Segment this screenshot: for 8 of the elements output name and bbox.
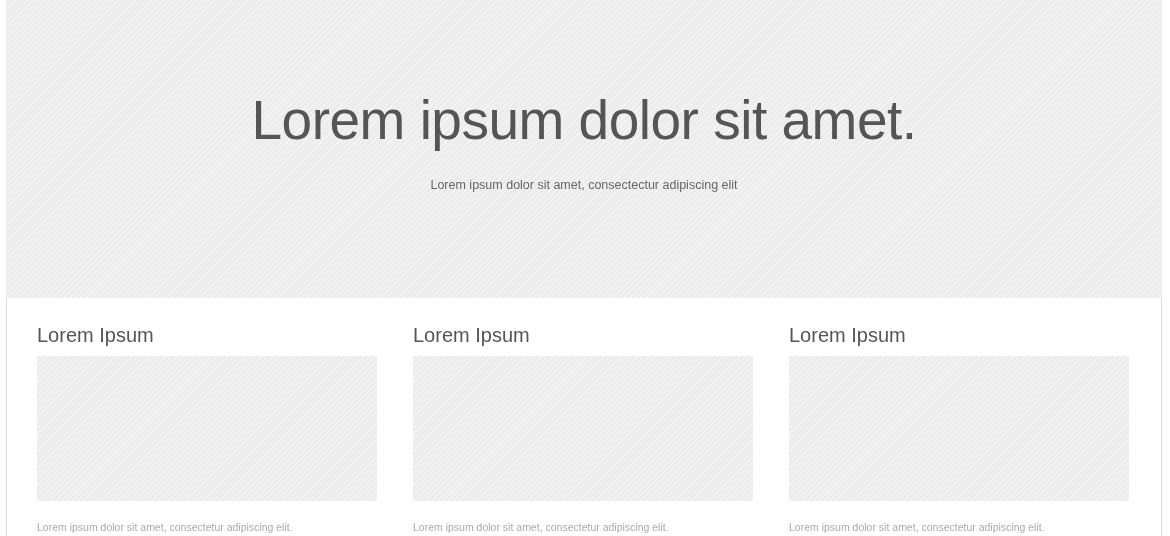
card-text: Lorem ipsum dolor sit amet, consectetur adipiscing elit. bbox=[37, 521, 294, 533]
hero-subtitle: Lorem ipsum dolor sit amet, consectectur adipiscing elit bbox=[430, 178, 738, 192]
hero-title: Lorem ipsum dolor sit amet. bbox=[251, 88, 917, 152]
card-heading: Lorem Ipsum bbox=[413, 323, 531, 348]
card-text: Lorem ipsum dolor sit amet, consectetur adipiscing elit. bbox=[413, 521, 670, 533]
card-heading: Lorem Ipsum bbox=[789, 323, 907, 348]
card-text: Lorem ipsum dolor sit amet, consectetur adipiscing elit. bbox=[789, 521, 1046, 533]
card-heading: Lorem Ipsum bbox=[37, 323, 155, 348]
